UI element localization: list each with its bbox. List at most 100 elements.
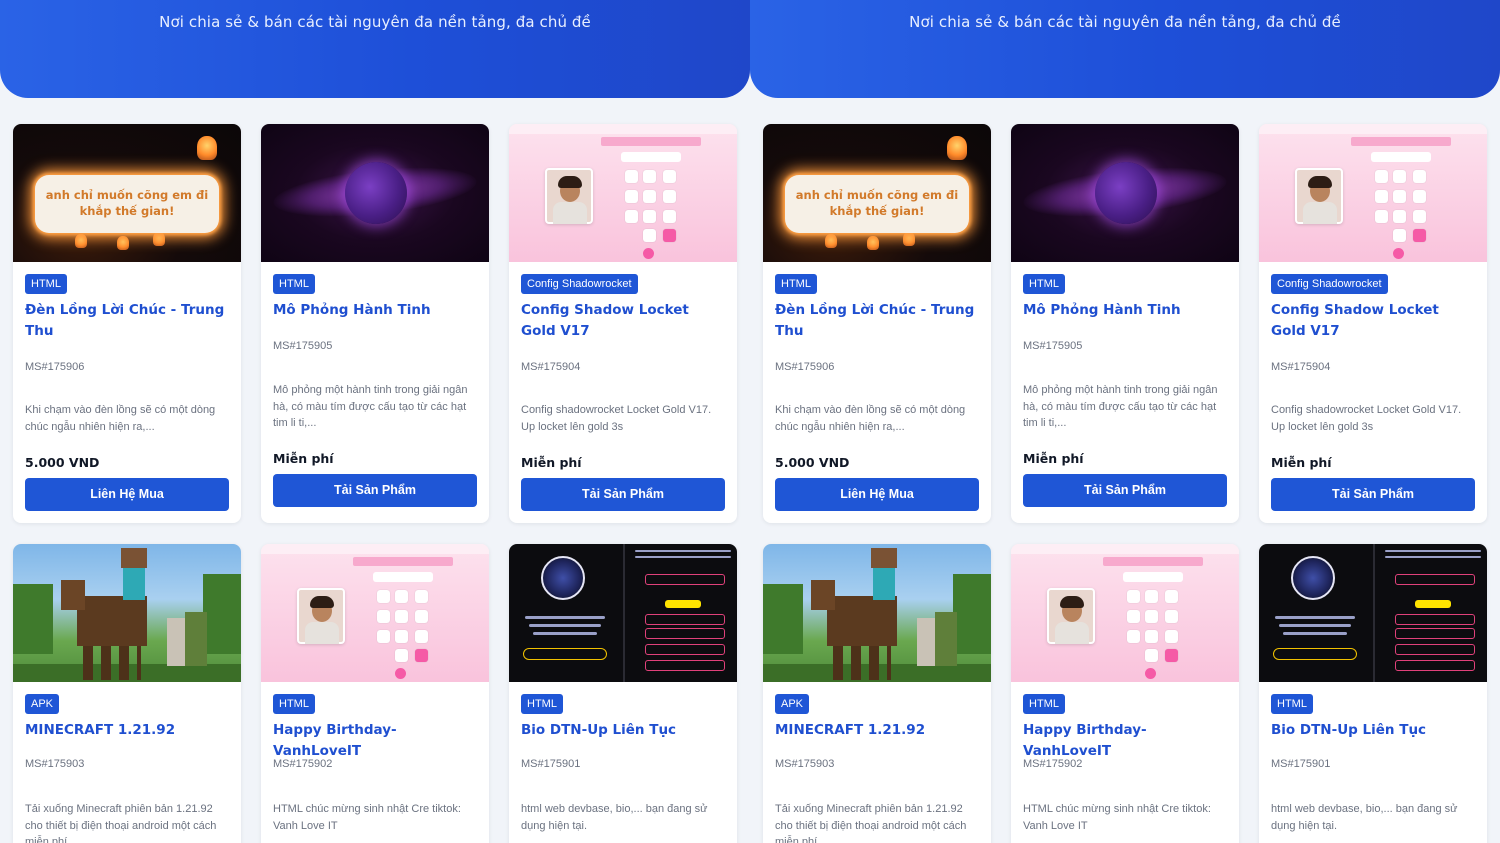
- download-button[interactable]: Tải Sản Phẩm: [273, 474, 477, 507]
- product-description: html web devbase, bio,... bạn đang sử dụ…: [1271, 803, 1458, 832]
- banner-tagline: Nơi chia sẻ & bán các tài nguyên đa nền …: [159, 13, 591, 31]
- category-badge: HTML: [1271, 694, 1313, 714]
- category-badge: Config Shadowrocket: [521, 274, 638, 294]
- product-thumbnail[interactable]: [13, 544, 241, 682]
- avatar: [541, 556, 585, 600]
- category-badge: HTML: [273, 274, 315, 294]
- product-description: Mô phỏng một hành tinh trong giải ngân h…: [273, 384, 468, 429]
- download-button[interactable]: Tải Sản Phẩm: [1271, 478, 1475, 511]
- product-price: Miễn phí: [521, 455, 582, 470]
- product-thumbnail[interactable]: anh chỉ muốn cõng em đi khắp thế gian!: [763, 124, 991, 262]
- product-price: Miễn phí: [1023, 451, 1084, 466]
- product-code: MS#175906: [25, 361, 85, 373]
- product-card-lantern[interactable]: anh chỉ muốn cõng em đi khắp thế gian! H…: [13, 124, 241, 523]
- page-panel-left: Nơi chia sẻ & bán các tài nguyên đa nền …: [0, 0, 750, 843]
- wish-card: anh chỉ muốn cõng em đi khắp thế gian!: [785, 175, 969, 233]
- product-code: MS#175903: [775, 758, 835, 770]
- product-title[interactable]: Đèn Lồng Lời Chúc - Trung Thu: [25, 300, 231, 342]
- product-thumbnail[interactable]: [1259, 124, 1487, 262]
- product-thumbnail[interactable]: [261, 124, 489, 262]
- product-title[interactable]: Config Shadow Locket Gold V17: [1271, 300, 1477, 342]
- lantern-icon: [197, 136, 217, 160]
- lantern-icon: [825, 234, 837, 248]
- planet-core: [345, 162, 407, 224]
- product-card-minecraft[interactable]: APK MINECRAFT 1.21.92 MS#175903 Tải xuốn…: [763, 544, 991, 843]
- lantern-icon: [947, 136, 967, 160]
- profile-photo: [1295, 168, 1343, 224]
- product-card-birthday[interactable]: HTML Happy Birthday-VanhLoveIT MS#175902…: [1011, 544, 1239, 843]
- avatar: [1291, 556, 1335, 600]
- category-badge: HTML: [1023, 274, 1065, 294]
- product-price: 5.000 VND: [775, 455, 850, 470]
- product-title[interactable]: Happy Birthday-VanhLoveIT: [273, 720, 479, 762]
- product-thumbnail[interactable]: [763, 544, 991, 682]
- product-thumbnail[interactable]: [509, 124, 737, 262]
- banner-tagline: Nơi chia sẻ & bán các tài nguyên đa nền …: [909, 13, 1341, 31]
- contact-buy-button[interactable]: Liên Hệ Mua: [775, 478, 979, 511]
- header-banner: Nơi chia sẻ & bán các tài nguyên đa nền …: [0, 0, 750, 98]
- product-title[interactable]: Happy Birthday-VanhLoveIT: [1023, 720, 1229, 762]
- header-banner: Nơi chia sẻ & bán các tài nguyên đa nền …: [750, 0, 1500, 98]
- category-badge: HTML: [273, 694, 315, 714]
- product-code: MS#175906: [775, 361, 835, 373]
- product-description: HTML chúc mừng sinh nhật Cre tiktok: Van…: [1023, 803, 1211, 832]
- product-code: MS#175902: [1023, 758, 1083, 770]
- product-code: MS#175903: [25, 758, 85, 770]
- product-card-birthday[interactable]: HTML Happy Birthday-VanhLoveIT MS#175902…: [261, 544, 489, 843]
- product-description: Tải xuống Minecraft phiên bản 1.21.92 ch…: [25, 803, 217, 843]
- product-description: html web devbase, bio,... bạn đang sử dụ…: [521, 803, 708, 832]
- product-description: Config shadowrocket Locket Gold V17. Up …: [521, 404, 712, 433]
- product-card-shadowrocket[interactable]: Config Shadowrocket Config Shadow Locket…: [1259, 124, 1487, 523]
- download-button[interactable]: Tải Sản Phẩm: [521, 478, 725, 511]
- product-thumbnail[interactable]: [1011, 124, 1239, 262]
- lantern-icon: [153, 232, 165, 246]
- product-price: 5.000 VND: [25, 455, 100, 470]
- product-title[interactable]: Bio DTN-Up Liên Tục: [1271, 720, 1477, 741]
- product-description: Tải xuống Minecraft phiên bản 1.21.92 ch…: [775, 803, 967, 843]
- product-title[interactable]: Mô Phỏng Hành Tinh: [1023, 300, 1229, 321]
- product-code: MS#175904: [1271, 361, 1331, 373]
- product-title[interactable]: Config Shadow Locket Gold V17: [521, 300, 727, 342]
- category-badge: HTML: [1023, 694, 1065, 714]
- product-title[interactable]: MINECRAFT 1.21.92: [25, 720, 231, 741]
- profile-photo: [545, 168, 593, 224]
- download-button[interactable]: Tải Sản Phẩm: [1023, 474, 1227, 507]
- product-description: Mô phỏng một hành tinh trong giải ngân h…: [1023, 384, 1218, 429]
- product-description: Config shadowrocket Locket Gold V17. Up …: [1271, 404, 1462, 433]
- category-badge: HTML: [521, 694, 563, 714]
- category-badge: HTML: [25, 274, 67, 294]
- lantern-icon: [867, 236, 879, 250]
- product-card-planet[interactable]: HTML Mô Phỏng Hành Tinh MS#175905 Mô phỏ…: [1011, 124, 1239, 523]
- product-card-planet[interactable]: HTML Mô Phỏng Hành Tinh MS#175905 Mô phỏ…: [261, 124, 489, 523]
- product-thumbnail[interactable]: [1259, 544, 1487, 682]
- contact-buy-button[interactable]: Liên Hệ Mua: [25, 478, 229, 511]
- product-title[interactable]: Bio DTN-Up Liên Tục: [521, 720, 727, 741]
- lantern-icon: [75, 234, 87, 248]
- lantern-icon: [117, 236, 129, 250]
- product-description: Khi chạm vào đèn lồng sẽ có một dòng chú…: [775, 404, 966, 433]
- product-title[interactable]: MINECRAFT 1.21.92: [775, 720, 981, 741]
- product-code: MS#175901: [521, 758, 581, 770]
- category-badge: APK: [775, 694, 810, 714]
- product-card-bio[interactable]: HTML Bio DTN-Up Liên Tục MS#175901 html …: [1259, 544, 1487, 843]
- product-card-lantern[interactable]: anh chỉ muốn cõng em đi khắp thế gian! H…: [763, 124, 991, 523]
- product-title[interactable]: Mô Phỏng Hành Tinh: [273, 300, 479, 321]
- product-card-minecraft[interactable]: APK MINECRAFT 1.21.92 MS#175903 Tải xuốn…: [13, 544, 241, 843]
- product-thumbnail[interactable]: [261, 544, 489, 682]
- product-card-shadowrocket[interactable]: Config Shadowrocket Config Shadow Locket…: [509, 124, 737, 523]
- profile-photo: [1047, 588, 1095, 644]
- category-badge: HTML: [775, 274, 817, 294]
- page-panel-right: Nơi chia sẻ & bán các tài nguyên đa nền …: [750, 0, 1500, 843]
- profile-photo: [297, 588, 345, 644]
- product-description: Khi chạm vào đèn lồng sẽ có một dòng chú…: [25, 404, 216, 433]
- product-description: HTML chúc mừng sinh nhật Cre tiktok: Van…: [273, 803, 461, 832]
- product-code: MS#175905: [273, 340, 333, 352]
- product-thumbnail[interactable]: [509, 544, 737, 682]
- product-title[interactable]: Đèn Lồng Lời Chúc - Trung Thu: [775, 300, 981, 342]
- product-card-bio[interactable]: HTML Bio DTN-Up Liên Tục MS#175901 html …: [509, 544, 737, 843]
- planet-core: [1095, 162, 1157, 224]
- lantern-icon: [903, 232, 915, 246]
- category-badge: Config Shadowrocket: [1271, 274, 1388, 294]
- product-thumbnail[interactable]: anh chỉ muốn cõng em đi khắp thế gian!: [13, 124, 241, 262]
- product-thumbnail[interactable]: [1011, 544, 1239, 682]
